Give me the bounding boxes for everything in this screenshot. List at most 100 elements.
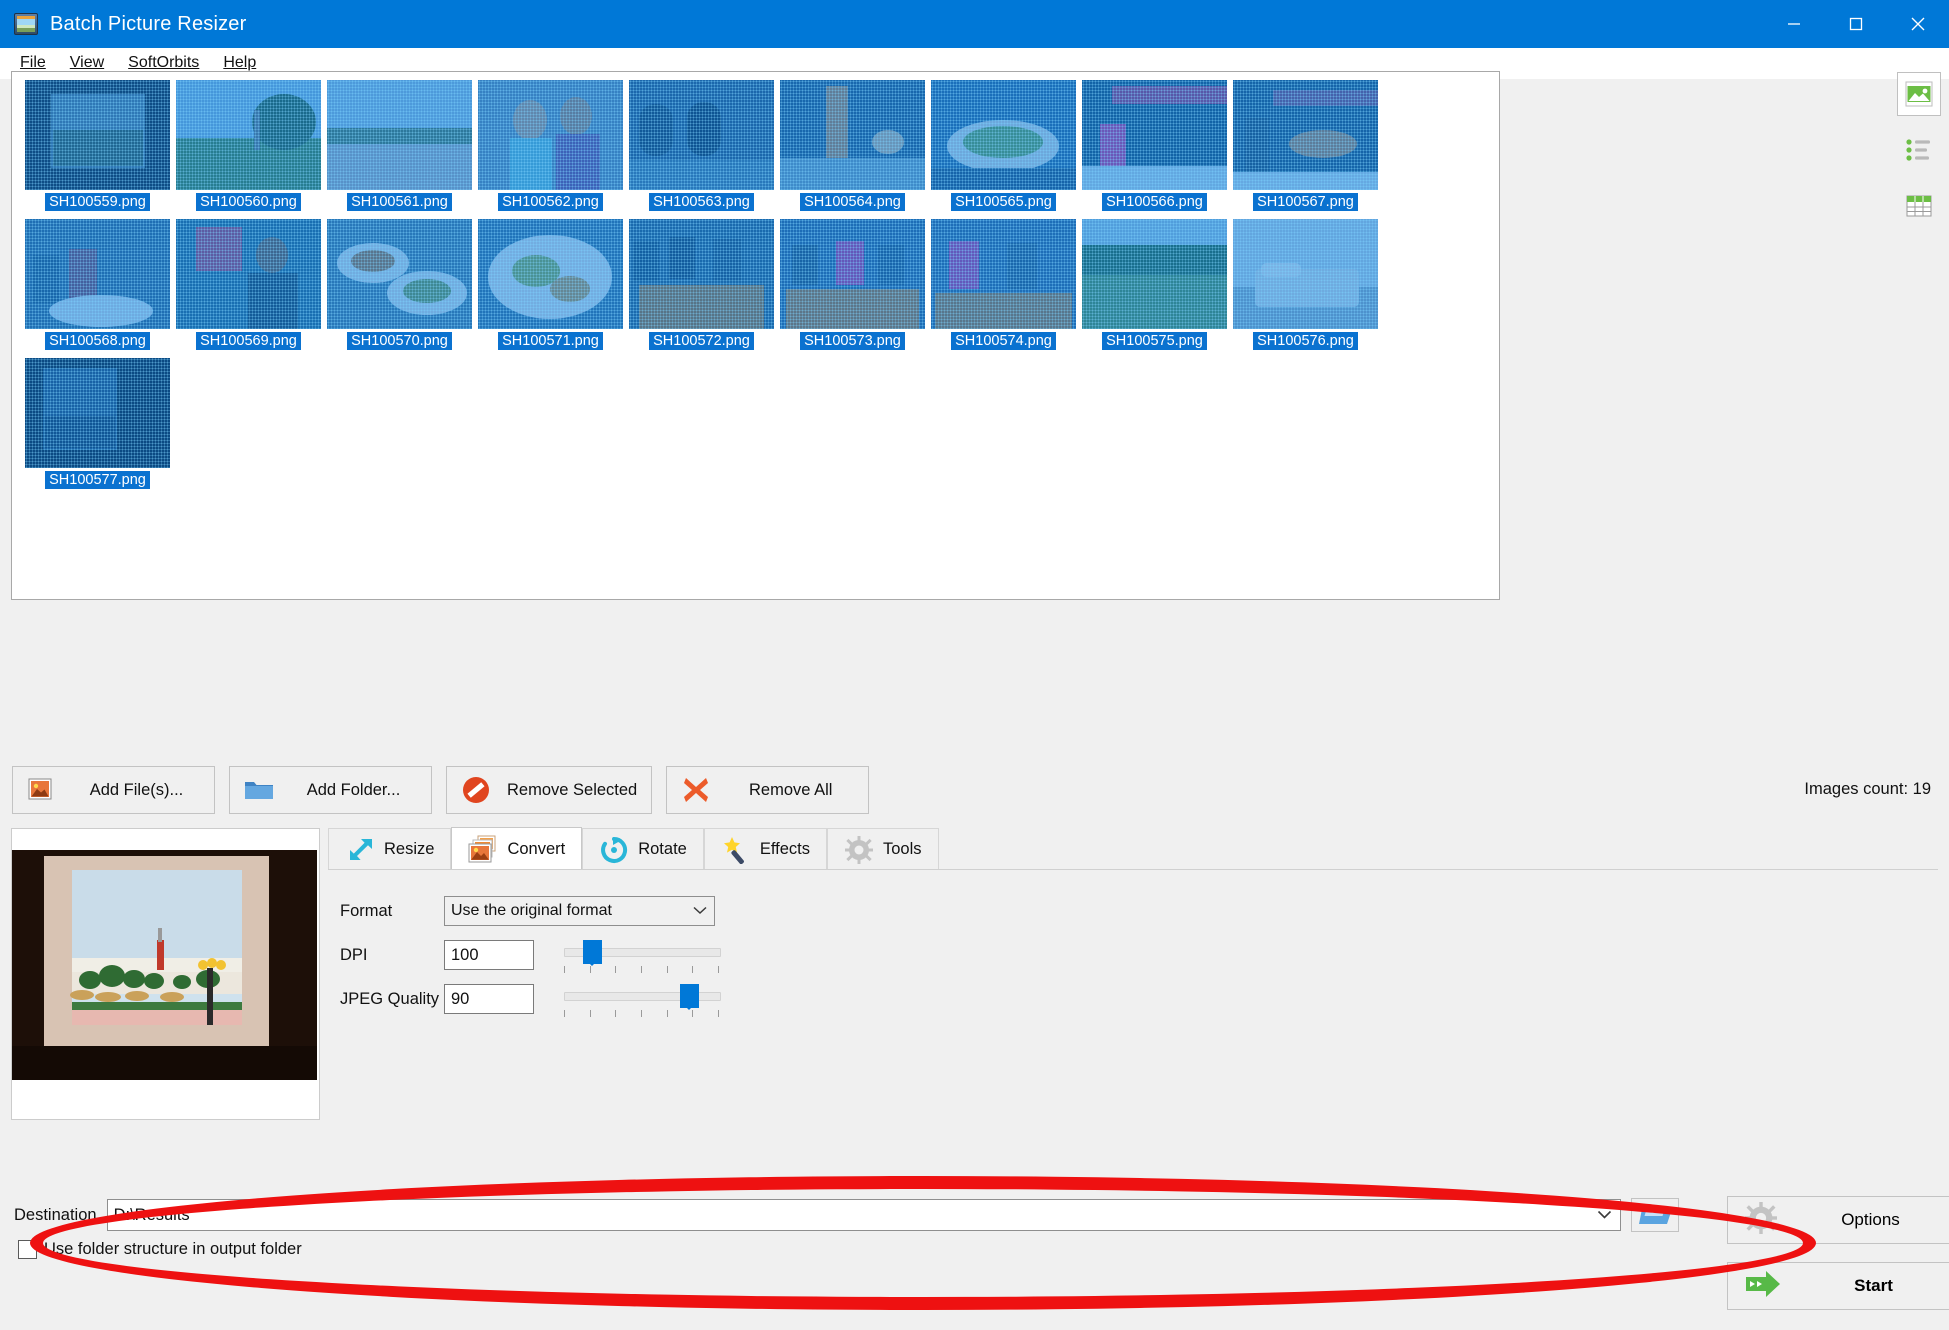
tab-rotate-label: Rotate [638,840,687,858]
thumbnail-image[interactable] [327,219,472,329]
tab-effects[interactable]: Effects [703,828,827,870]
preview-image [12,850,317,1080]
thumbnail-image[interactable] [176,80,321,190]
list-view-button[interactable] [1897,128,1941,172]
dpi-slider[interactable] [564,938,721,973]
use-folder-structure-checkbox[interactable] [18,1240,37,1259]
remove-selected-button[interactable]: Remove Selected [446,766,653,814]
thumbnail-image[interactable] [327,80,472,190]
thumbnail-image[interactable] [931,80,1076,190]
tab-rotate[interactable]: Rotate [582,828,704,870]
red-cross-icon [681,775,711,805]
thumbnail-item[interactable]: SH100567.png [1230,80,1381,211]
thumbnail-item[interactable]: SH100572.png [626,219,777,350]
destination-input[interactable]: D:\Results [106,1199,1621,1231]
window-title: Batch Picture Resizer [50,12,247,35]
thumbnail-image[interactable] [478,219,623,329]
thumbnail-item[interactable]: SH100559.png [22,80,173,211]
minimize-button[interactable] [1763,0,1825,48]
list-icon [1906,139,1930,161]
close-button[interactable] [1887,0,1949,48]
jpeg-quality-slider[interactable] [564,982,721,1017]
thumbnail-image[interactable] [931,219,1076,329]
dpi-slider-thumb[interactable] [583,940,602,966]
thumbnail-canvas [780,219,925,329]
convert-panel: Format Use the original format DPI 100 J… [328,869,1938,1080]
folder-icon [244,775,274,805]
thumbnail-item[interactable]: SH100566.png [1079,80,1230,211]
thumbnail-filename: SH100567.png [1253,193,1358,211]
tab-tools[interactable]: Tools [826,828,939,870]
thumbnails-view-button[interactable] [1897,72,1941,116]
thumbnail-image[interactable] [780,219,925,329]
gear-icon [844,835,874,865]
add-files-button[interactable]: Add File(s)... [12,766,215,814]
dpi-input[interactable]: 100 [444,940,534,970]
details-view-button[interactable] [1897,184,1941,228]
thumbnail-filename: SH100563.png [649,193,754,211]
chevron-down-icon [1597,1206,1612,1225]
thumbnail-item[interactable]: SH100576.png [1230,219,1381,350]
thumbnail-item[interactable]: SH100568.png [22,219,173,350]
thumbnail-canvas [327,80,472,190]
destination-label: Destination [14,1205,97,1224]
thumbnail-item[interactable]: SH100569.png [173,219,324,350]
browse-folder-button[interactable] [1630,1198,1679,1232]
thumbnail-item[interactable]: SH100562.png [475,80,626,211]
thumbnail-item[interactable]: SH100577.png [22,358,173,489]
dpi-label: DPI [340,945,368,964]
tab-resize[interactable]: Resize [328,828,452,870]
table-icon [1906,195,1932,217]
jpeg-quality-input[interactable]: 90 [444,984,534,1014]
thumbnail-image[interactable] [629,80,774,190]
thumbnail-image[interactable] [1233,80,1378,190]
file-list-panel[interactable]: SH100559.png SH100560.png SH100561.png SH10… [11,71,1500,600]
menu-help-label: Help [223,54,257,71]
thumbnail-image[interactable] [1082,219,1227,329]
thumbnail-image[interactable] [1082,80,1227,190]
use-folder-structure-row[interactable]: Use folder structure in output folder [18,1240,302,1259]
thumbnail-item[interactable]: SH100570.png [324,219,475,350]
maximize-button[interactable] [1825,0,1887,48]
start-button[interactable]: Start [1727,1262,1949,1310]
thumbnail-image[interactable] [1233,219,1378,329]
thumbnail-image[interactable] [25,80,170,190]
thumbnail-image[interactable] [25,358,170,468]
thumbnail-filename: SH100576.png [1253,332,1358,350]
thumbnail-item[interactable]: SH100574.png [928,219,1079,350]
thumbnail-image[interactable] [629,219,774,329]
thumbnail-image[interactable] [25,219,170,329]
format-dropdown[interactable]: Use the original format [444,896,715,926]
thumbnail-item[interactable]: SH100564.png [777,80,928,211]
chevron-down-icon [693,902,707,920]
remove-all-button[interactable]: Remove All [666,766,870,814]
resize-arrows-icon [345,835,375,865]
thumbnail-filename: SH100572.png [649,332,754,350]
thumbnail-canvas [478,80,623,190]
thumbnail-filename: SH100560.png [196,193,301,211]
thumbnail-filename: SH100577.png [45,471,150,489]
thumbnail-filename: SH100570.png [347,332,452,350]
add-folder-button[interactable]: Add Folder... [229,766,432,814]
thumbnail-image[interactable] [176,219,321,329]
thumbnail-item[interactable]: SH100561.png [324,80,475,211]
thumbnail-item[interactable]: SH100565.png [928,80,1079,211]
thumbnail-item[interactable]: SH100573.png [777,219,928,350]
image-icon [1905,81,1933,107]
thumbnail-canvas [176,80,321,190]
thumbnail-item[interactable]: SH100575.png [1079,219,1230,350]
jpeg-slider-thumb[interactable] [680,984,699,1010]
jpeg-slider-ticks [564,1010,719,1017]
thumbnail-image[interactable] [478,80,623,190]
use-folder-structure-label: Use folder structure in output folder [44,1240,302,1258]
thumbnail-item[interactable]: SH100563.png [626,80,777,211]
thumbnail-filename: SH100565.png [951,193,1056,211]
thumbnail-filename: SH100574.png [951,332,1056,350]
picture-add-icon [27,775,57,805]
no-entry-icon [461,775,491,805]
options-button[interactable]: Options [1727,1196,1949,1244]
thumbnail-item[interactable]: SH100560.png [173,80,324,211]
thumbnail-image[interactable] [780,80,925,190]
tab-convert[interactable]: Convert [451,827,583,870]
thumbnail-item[interactable]: SH100571.png [475,219,626,350]
